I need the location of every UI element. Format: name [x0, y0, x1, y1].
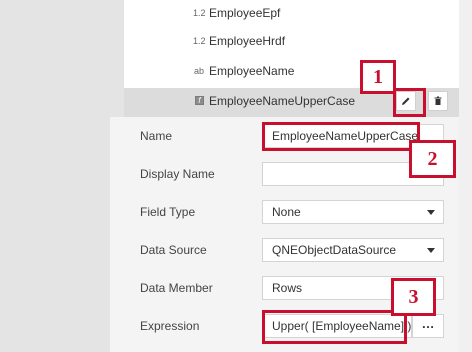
data-source-select[interactable]: QNEObjectDataSource: [262, 238, 444, 262]
data-member-label: Data Member: [140, 281, 213, 295]
field-label: EmployeeEpf: [209, 6, 281, 20]
name-label: Name: [140, 129, 173, 143]
callout-2: 2: [409, 140, 456, 178]
delete-field-button[interactable]: [428, 91, 448, 111]
caret-down-icon: [427, 210, 435, 215]
caret-down-icon: [427, 248, 435, 253]
number-type-icon: 1.2: [193, 36, 206, 46]
data-member-value: Rows: [272, 281, 303, 295]
left-gutter: [0, 0, 110, 352]
string-type-icon: ab: [193, 66, 204, 76]
field-label: EmployeeNameUpperCase: [209, 94, 356, 108]
trash-icon: [434, 96, 442, 106]
expression-label: Expression: [140, 319, 200, 333]
field-type-value: None: [272, 205, 301, 219]
display-name-label: Display Name: [140, 167, 215, 181]
data-source-label: Data Source: [140, 243, 207, 257]
highlight-expression-input: [262, 310, 407, 344]
data-source-value: QNEObjectDataSource: [272, 243, 397, 257]
field-label: EmployeeName: [209, 64, 295, 78]
highlight-name-input: [262, 122, 420, 151]
field-label: EmployeeHrdf: [209, 34, 286, 48]
highlight-edit-button: [393, 88, 426, 117]
callout-1: 1: [360, 60, 396, 94]
expression-editor-button[interactable]: …: [412, 314, 444, 338]
field-type-label: Field Type: [140, 205, 196, 219]
calculated-field-icon: f: [195, 96, 204, 105]
number-type-icon: 1.2: [193, 8, 206, 18]
callout-3: 3: [391, 278, 436, 316]
field-type-select[interactable]: None: [262, 200, 444, 224]
field-item-employee-hrdf[interactable]: 1.2 EmployeeHrdf: [124, 28, 459, 56]
field-item-employee-name[interactable]: ab EmployeeName: [124, 58, 459, 86]
scrollbar-track[interactable]: [459, 0, 472, 352]
field-item-employee-epf[interactable]: 1.2 EmployeeEpf: [124, 0, 459, 28]
